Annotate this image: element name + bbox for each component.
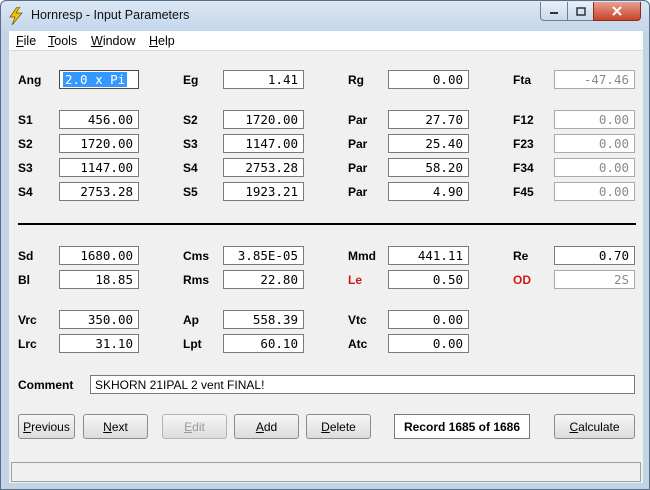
od-label: OD [513, 273, 531, 287]
re-field[interactable]: 0.70 [554, 246, 635, 265]
par3-label: Par [348, 161, 368, 175]
rms-label: Rms [183, 273, 210, 287]
status-bar [11, 462, 641, 482]
par2-field[interactable]: 25.40 [388, 134, 469, 153]
eg-field[interactable]: 1.41 [223, 70, 304, 89]
sd-label: Sd [18, 249, 34, 263]
f23-field: 0.00 [554, 134, 635, 153]
minimize-button[interactable] [540, 2, 568, 21]
title-bar[interactable]: Hornresp - Input Parameters [1, 1, 649, 31]
menu-window[interactable]: Window [91, 34, 135, 48]
s5-label: S5 [183, 185, 198, 199]
menu-tools[interactable]: Tools [48, 34, 77, 48]
eg-label: Eg [183, 73, 199, 87]
window-title: Hornresp - Input Parameters [31, 8, 190, 22]
next-button[interactable]: Next [83, 414, 148, 439]
vrc-field[interactable]: 350.00 [59, 310, 139, 329]
ap-field[interactable]: 558.39 [223, 310, 304, 329]
comment-field[interactable]: SKHORN 21IPAL 2 vent FINAL! [90, 375, 635, 394]
bl-label: Bl [18, 273, 30, 287]
rms-field[interactable]: 22.80 [223, 270, 304, 289]
ap-label: Ap [183, 313, 199, 327]
app-window: Hornresp - Input Parameters File Tools W… [0, 0, 650, 490]
mmd-field[interactable]: 441.11 [388, 246, 469, 265]
par3-field[interactable]: 58.20 [388, 158, 469, 177]
s4-row4-field[interactable]: 2753.28 [59, 182, 139, 201]
lpt-field[interactable]: 60.10 [223, 334, 304, 353]
f34-label: F34 [513, 161, 534, 175]
atc-field[interactable]: 0.00 [388, 334, 469, 353]
maximize-button[interactable] [567, 2, 594, 21]
lightning-bolt-icon [9, 7, 23, 25]
f34-field: 0.00 [554, 158, 635, 177]
add-button[interactable]: Add [234, 414, 299, 439]
mmd-label: Mmd [348, 249, 376, 263]
f12-field: 0.00 [554, 110, 635, 129]
edit-button: Edit [162, 414, 227, 439]
par2-label: Par [348, 137, 368, 151]
s2-label: S2 [183, 113, 198, 127]
maximize-icon [575, 6, 586, 16]
fta-field: -47.46 [554, 70, 635, 89]
s2-row2-field[interactable]: 1720.00 [59, 134, 139, 153]
menu-file[interactable]: File [16, 34, 36, 48]
s1-label: S1 [18, 113, 33, 127]
s4-row4-label: S4 [18, 185, 33, 199]
f45-field: 0.00 [554, 182, 635, 201]
calculate-button[interactable]: Calculate [554, 414, 635, 439]
vtc-label: Vtc [348, 313, 367, 327]
minimize-icon [550, 12, 558, 14]
par4-label: Par [348, 185, 368, 199]
od-field: 2S [554, 270, 635, 289]
lrc-label: Lrc [18, 337, 37, 351]
le-field[interactable]: 0.50 [388, 270, 469, 289]
s1-field[interactable]: 456.00 [59, 110, 139, 129]
lpt-label: Lpt [183, 337, 202, 351]
rg-label: Rg [348, 73, 364, 87]
s3-label: S3 [183, 137, 198, 151]
par1-field[interactable]: 27.70 [388, 110, 469, 129]
cms-label: Cms [183, 249, 210, 263]
par4-field[interactable]: 4.90 [388, 182, 469, 201]
atc-label: Atc [348, 337, 368, 351]
f12-label: F12 [513, 113, 534, 127]
comment-label: Comment [18, 378, 74, 392]
s3-row3-field[interactable]: 1147.00 [59, 158, 139, 177]
s2-field[interactable]: 1720.00 [223, 110, 304, 129]
sd-field[interactable]: 1680.00 [59, 246, 139, 265]
previous-button[interactable]: Previous [18, 414, 75, 439]
rg-field[interactable]: 0.00 [388, 70, 469, 89]
re-label: Re [513, 249, 529, 263]
bl-field[interactable]: 18.85 [59, 270, 139, 289]
input-parameters-panel: Ang 2.0 x Pi Eg 1.41 Rg 0.00 Fta -47.46 … [9, 51, 643, 483]
ang-label: Ang [18, 73, 42, 87]
close-icon [612, 6, 622, 16]
close-button[interactable] [593, 2, 641, 21]
s2-row2-label: S2 [18, 137, 33, 151]
f45-label: F45 [513, 185, 534, 199]
s5-field[interactable]: 1923.21 [223, 182, 304, 201]
s4-label: S4 [183, 161, 198, 175]
ang-field[interactable]: 2.0 x Pi [59, 70, 139, 89]
cms-field[interactable]: 3.85E-05 [223, 246, 304, 265]
s3-row3-label: S3 [18, 161, 33, 175]
s4-field[interactable]: 2753.28 [223, 158, 304, 177]
vtc-field[interactable]: 0.00 [388, 310, 469, 329]
lrc-field[interactable]: 31.10 [59, 334, 139, 353]
s3-field[interactable]: 1147.00 [223, 134, 304, 153]
vrc-label: Vrc [18, 313, 37, 327]
fta-label: Fta [513, 73, 531, 87]
section-divider [18, 223, 636, 225]
par1-label: Par [348, 113, 368, 127]
record-indicator: Record 1685 of 1686 [394, 414, 530, 439]
f23-label: F23 [513, 137, 534, 151]
delete-button[interactable]: Delete [306, 414, 371, 439]
menu-bar: File Tools Window Help [9, 31, 643, 51]
menu-help[interactable]: Help [149, 34, 175, 48]
le-label: Le [348, 273, 363, 287]
